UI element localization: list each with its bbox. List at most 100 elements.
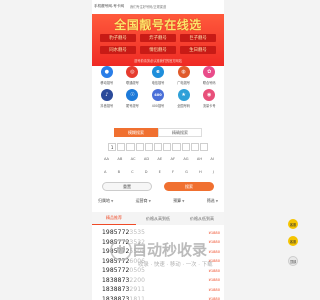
operator-item[interactable]: 400 400靓号 [145, 89, 171, 108]
digit-box[interactable] [172, 143, 181, 151]
pattern-option[interactable]: H [199, 170, 202, 174]
pattern-option[interactable]: D [145, 170, 148, 174]
operator-item[interactable]: ◉ 流量卡号 [196, 89, 222, 108]
pattern-option[interactable]: B [118, 170, 120, 174]
pattern-option[interactable]: F [172, 170, 174, 174]
pattern-option[interactable]: A [104, 170, 106, 174]
page: { "topbar": { "site": "手机靓号网-号卡网", "slog… [0, 0, 300, 300]
phone-number-head: 1985772 [102, 238, 130, 246]
pattern-option[interactable]: AC [131, 157, 136, 161]
banner-tag[interactable]: 情侣靓号 [140, 46, 176, 54]
operator-logo-icon: ◉ [203, 89, 216, 101]
list-item[interactable]: 18388731811 ¥1880 [102, 295, 220, 300]
digit-box[interactable]: 1 [108, 143, 117, 151]
filter-operator[interactable]: 运营商 ▼ [136, 198, 151, 204]
operator-item[interactable]: ◎ 联通靓号 [120, 66, 146, 85]
list-item[interactable]: 19857723535 ¥1880 [102, 228, 220, 238]
digit-box[interactable] [199, 143, 209, 151]
phone-number: 18388731811 [102, 296, 145, 300]
operator-label: 尾号靓号 [126, 104, 139, 108]
operator-item[interactable]: ★ 全国号码 [171, 89, 197, 108]
banner-tag[interactable]: 巨子靓号 [180, 34, 216, 42]
operator-item[interactable]: ✿ 联合号码 [196, 66, 222, 85]
number-list: 19857723535 ¥1880 19857723532 ¥1880 19857725… [102, 228, 220, 300]
filter-label: 预算 [173, 198, 182, 203]
back-to-top-button[interactable]: 顶部 [288, 256, 298, 266]
digit-box[interactable] [153, 143, 163, 151]
pattern-option[interactable]: AG [183, 157, 188, 161]
operator-item[interactable]: ☉ 尾号靓号 [120, 89, 146, 108]
pattern-option[interactable]: AH [197, 157, 202, 161]
pattern-option[interactable]: C [131, 170, 134, 174]
operator-logo-icon: ♪ [100, 89, 113, 101]
site-name[interactable]: 手机靓号网-号卡网 [94, 4, 124, 9]
operator-label: 全国号码 [177, 104, 190, 108]
digit-box[interactable] [135, 143, 144, 151]
phone-number-tail: 6006 [129, 257, 146, 265]
digit-box[interactable] [117, 143, 126, 151]
tab-fuzzy-search[interactable]: 模糊搜索 [114, 128, 158, 137]
filter-region[interactable]: 归属地 ▼ [98, 198, 113, 204]
operator-item[interactable]: e 电信靓号 [145, 66, 171, 85]
digit-box[interactable] [144, 143, 153, 151]
pattern-option[interactable]: AA [104, 157, 109, 161]
chevron-down-icon: ▼ [111, 199, 114, 203]
price: ¥1880 [208, 259, 220, 264]
filter-more[interactable]: 筛选 ▼ [207, 198, 218, 204]
search-mode-tabs: 模糊搜索 精确搜索 [114, 128, 202, 137]
operator-item[interactable]: ♪ 抖音靓号 [94, 89, 120, 108]
phone-number-head: 1838873 [102, 295, 130, 300]
reset-button[interactable]: 重置 [102, 182, 152, 191]
phone-number-tail: 0505 [129, 267, 146, 275]
mobile-page: 手机靓号网-号卡网 我们专注好号码/正规渠道 全国靓号在线选 豹子靓号 炸子靓号… [92, 0, 224, 300]
phone-number-head: 1838873 [102, 286, 130, 294]
digit-box[interactable] [181, 143, 190, 151]
tab-price-asc[interactable]: 价格从低到高 [180, 212, 224, 225]
operator-item[interactable]: ● 移动靓号 [94, 66, 120, 85]
price: ¥1880 [208, 230, 220, 235]
list-item[interactable]: 18388732911 ¥1880 [102, 285, 220, 295]
filter-label: 筛选 [206, 198, 215, 203]
list-item[interactable]: 19857720505 ¥1880 [102, 266, 220, 276]
banner-tag[interactable]: 豹子靓号 [100, 34, 136, 42]
banner-tag[interactable]: 生日靓号 [180, 46, 216, 54]
phone-number: 19857725505 [102, 248, 145, 255]
phone-number: 19857720505 [102, 267, 145, 274]
banner-tag[interactable]: 同水靓号 [100, 46, 136, 54]
digit-box[interactable] [126, 143, 135, 151]
pattern-option[interactable]: AD [144, 157, 149, 161]
pattern-option[interactable]: AF [170, 157, 175, 161]
operator-label: 广电靓号 [177, 81, 190, 85]
list-item[interactable]: 19857726006 ¥1880 [102, 257, 220, 267]
pattern-option[interactable]: G [185, 170, 188, 174]
promo-banner[interactable]: 全国靓号在线选 豹子靓号 炸子靓号 巨子靓号 同水靓号 情侣靓号 生日靓号 选号… [92, 14, 224, 66]
phone-number-tail: 3532 [129, 238, 146, 246]
pattern-option[interactable]: E [159, 170, 161, 174]
banner-tag[interactable]: 炸子靓号 [140, 34, 176, 42]
pattern-option[interactable]: AI [210, 157, 214, 161]
phone-number: 19857723532 [102, 239, 145, 246]
digit-box[interactable] [163, 143, 172, 151]
phone-number-head: 1985772 [102, 229, 130, 237]
pattern-option[interactable]: AB [117, 157, 122, 161]
operator-label: 联通靓号 [126, 81, 139, 85]
tab-price-desc[interactable]: 价格从高到低 [136, 212, 180, 225]
filter-budget[interactable]: 预算 ▼ [173, 198, 184, 204]
list-item[interactable]: 18388732200 ¥1880 [102, 276, 220, 286]
operator-grid: ● 移动靓号 ◎ 联通靓号 e 电信靓号 ◍ 广电靓号 ✿ 联合号码 ♪ 抖音靓号 ☉ 尾号靓号 400 40… [94, 66, 222, 108]
price: ¥1880 [208, 287, 220, 292]
search-button[interactable]: 搜索 [164, 182, 214, 191]
customer-service-button-2[interactable]: 客服 [288, 236, 298, 246]
result-sort-tabs: 精品推荐 价格从高到低 价格从低到高 [92, 212, 224, 225]
list-item[interactable]: 19857723532 ¥1880 [102, 238, 220, 248]
tab-exact-search[interactable]: 精确搜索 [158, 128, 202, 137]
operator-item[interactable]: ◍ 广电靓号 [171, 66, 197, 85]
digit-box[interactable] [190, 143, 199, 151]
operator-logo-icon: ✿ [203, 66, 216, 78]
tab-recommended[interactable]: 精品推荐 [92, 212, 136, 225]
phone-number-tail: 5505 [129, 248, 146, 256]
list-item[interactable]: 19857725505 ¥1880 [102, 247, 220, 257]
pattern-option[interactable]: J [213, 170, 214, 174]
pattern-option[interactable]: AE [157, 157, 162, 161]
customer-service-button[interactable]: 客服 [288, 219, 298, 229]
